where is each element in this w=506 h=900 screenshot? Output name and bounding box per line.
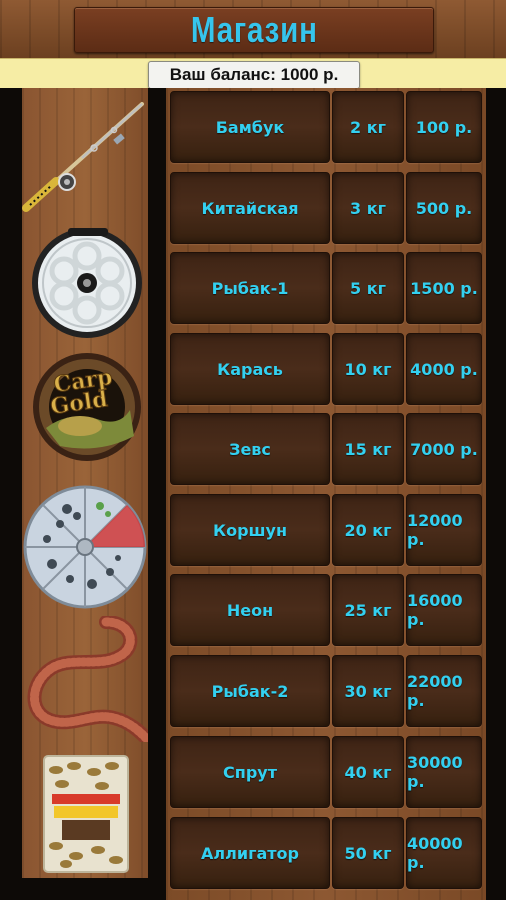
- shop-item-row[interactable]: Китайская 3 кг 500 р.: [170, 172, 482, 244]
- item-weight: 20 кг: [332, 494, 404, 566]
- shop-item-row[interactable]: Бамбук 2 кг 100 р.: [170, 91, 482, 163]
- item-name: Зевс: [170, 413, 330, 485]
- shop-item-row[interactable]: Зевс 15 кг 7000 р.: [170, 413, 482, 485]
- column-separator: [148, 88, 166, 900]
- header-bar: Магазин: [0, 0, 506, 58]
- item-name: Бамбук: [170, 91, 330, 163]
- item-name: Спрут: [170, 736, 330, 808]
- item-name: Рыбак-2: [170, 655, 330, 727]
- item-price: 40000 р.: [406, 817, 482, 889]
- item-weight: 15 кг: [332, 413, 404, 485]
- balance-label: Ваш баланс: 1000 р.: [148, 61, 360, 89]
- item-price: 500 р.: [406, 172, 482, 244]
- sinkers-box-icon[interactable]: [22, 484, 148, 610]
- item-weight: 2 кг: [332, 91, 404, 163]
- item-weight: 10 кг: [332, 333, 404, 405]
- page-title: Магазин: [190, 9, 318, 50]
- fishing-rod-icon[interactable]: [22, 96, 148, 214]
- shop-item-row[interactable]: Спрут 40 кг 30000 р.: [170, 736, 482, 808]
- shop-item-row[interactable]: Аллигатор 50 кг 40000 р.: [170, 817, 482, 889]
- item-price: 4000 р.: [406, 333, 482, 405]
- item-weight: 30 кг: [332, 655, 404, 727]
- item-name: Коршун: [170, 494, 330, 566]
- column-bottom-border: [22, 878, 148, 900]
- item-price: 7000 р.: [406, 413, 482, 485]
- right-border: [486, 88, 506, 900]
- groundbait-icon[interactable]: [40, 750, 132, 876]
- category-image-column: Carp Gold: [22, 88, 148, 900]
- item-price: 1500 р.: [406, 252, 482, 324]
- item-weight: 3 кг: [332, 172, 404, 244]
- shop-item-row[interactable]: Неон 25 кг 16000 р.: [170, 574, 482, 646]
- item-name: Карась: [170, 333, 330, 405]
- item-price: 22000 р.: [406, 655, 482, 727]
- item-weight: 25 кг: [332, 574, 404, 646]
- item-name: Неон: [170, 574, 330, 646]
- shop-item-row[interactable]: Рыбак-2 30 кг 22000 р.: [170, 655, 482, 727]
- shop-item-row[interactable]: Карась 10 кг 4000 р.: [170, 333, 482, 405]
- left-border: [0, 88, 22, 900]
- item-price: 100 р.: [406, 91, 482, 163]
- item-name: Китайская: [170, 172, 330, 244]
- item-price: 30000 р.: [406, 736, 482, 808]
- shop-item-row[interactable]: Коршун 20 кг 12000 р.: [170, 494, 482, 566]
- worm-bait-icon[interactable]: [22, 616, 148, 742]
- item-name: Аллигатор: [170, 817, 330, 889]
- title-plate: Магазин: [74, 7, 434, 53]
- item-name: Рыбак-1: [170, 252, 330, 324]
- shop-list: Бамбук 2 кг 100 р. Китайская 3 кг 500 р.…: [166, 88, 486, 900]
- item-weight: 50 кг: [332, 817, 404, 889]
- shop-item-row[interactable]: Рыбак-1 5 кг 1500 р.: [170, 252, 482, 324]
- item-price: 12000 р.: [406, 494, 482, 566]
- fishing-line-icon[interactable]: Carp Gold: [30, 350, 144, 464]
- reel-icon[interactable]: [30, 226, 144, 340]
- item-weight: 5 кг: [332, 252, 404, 324]
- item-price: 16000 р.: [406, 574, 482, 646]
- item-weight: 40 кг: [332, 736, 404, 808]
